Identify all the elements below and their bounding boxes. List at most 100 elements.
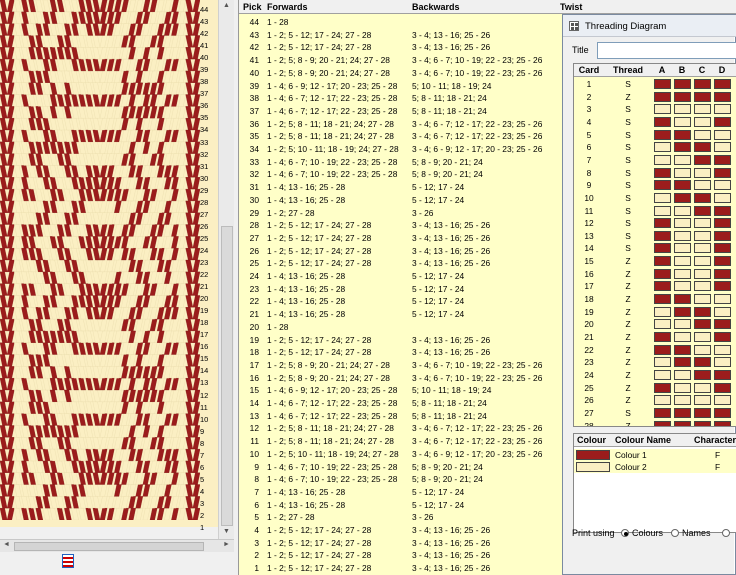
card-row[interactable]: 26 Z [574, 394, 736, 407]
hole-a-cell[interactable] [654, 243, 671, 254]
hole-a-cell[interactable] [654, 116, 671, 127]
hole-c-cell[interactable] [694, 268, 711, 279]
hole-c-cell[interactable] [694, 79, 711, 89]
hole-a-cell[interactable] [654, 230, 671, 241]
hole-d-cell[interactable] [714, 395, 731, 406]
hole-d-cell[interactable] [714, 256, 731, 267]
card-row[interactable]: 21 Z [574, 331, 736, 344]
hole-c-cell[interactable] [694, 180, 711, 191]
card-thread-direction[interactable]: Z [604, 420, 652, 426]
hole-d-cell[interactable] [714, 344, 731, 355]
hole-d-cell[interactable] [714, 142, 731, 153]
card-thread-direction[interactable]: S [604, 167, 652, 179]
hole-b-cell[interactable] [674, 230, 691, 241]
hole-b-cell[interactable] [674, 180, 691, 191]
card-thread-direction[interactable]: Z [604, 331, 652, 343]
scroll-thumb[interactable] [14, 542, 204, 551]
hole-a-cell[interactable] [654, 369, 671, 380]
hole-d-cell[interactable] [714, 180, 731, 191]
hole-d-cell[interactable] [714, 407, 731, 418]
hole-d-cell[interactable] [714, 104, 731, 115]
card-thread-direction[interactable]: Z [604, 318, 652, 330]
hole-d-cell[interactable] [714, 357, 731, 368]
hole-a-cell[interactable] [654, 79, 671, 89]
card-thread-direction[interactable]: Z [604, 356, 652, 368]
card-row[interactable]: 15 Z [574, 255, 736, 268]
card-row[interactable]: 22 Z [574, 344, 736, 357]
hole-b-cell[interactable] [674, 382, 691, 393]
hole-c-cell[interactable] [694, 205, 711, 216]
colour-swatch[interactable] [576, 450, 610, 460]
hole-b-cell[interactable] [674, 395, 691, 406]
hole-b-cell[interactable] [674, 256, 691, 267]
card-thread-direction[interactable]: S [604, 154, 652, 166]
hole-a-cell[interactable] [654, 420, 671, 426]
card-row[interactable]: 23 Z [574, 356, 736, 369]
card-thread-direction[interactable]: Z [604, 91, 652, 103]
hole-d-cell[interactable] [714, 129, 731, 140]
card-row[interactable]: 2Z [574, 91, 736, 104]
hole-d-cell[interactable] [714, 332, 731, 342]
header-pick[interactable]: Pick [243, 2, 262, 12]
hole-c-cell[interactable] [694, 294, 711, 305]
card-thread-direction[interactable]: S [604, 116, 652, 128]
print-characters-radio[interactable] [722, 529, 730, 537]
hole-c-cell[interactable] [694, 407, 711, 418]
card-thread-direction[interactable]: S [604, 242, 652, 254]
hole-d-cell[interactable] [714, 79, 731, 89]
card-row[interactable]: 20 Z [574, 318, 736, 331]
hole-a-cell[interactable] [654, 192, 671, 203]
pattern-thumbnail-icon[interactable] [62, 554, 74, 568]
hole-b-cell[interactable] [674, 79, 691, 89]
hole-d-cell[interactable] [714, 167, 731, 178]
preview-vertical-scrollbar[interactable]: ▲ ▼ [218, 0, 234, 540]
card-row[interactable]: 10 S [574, 192, 736, 205]
card-thread-direction[interactable]: S [604, 129, 652, 141]
hole-c-cell[interactable] [694, 256, 711, 267]
card-row[interactable]: 9S [574, 179, 736, 192]
hole-a-cell[interactable] [654, 180, 671, 191]
card-row[interactable]: 13 S [574, 230, 736, 243]
card-row[interactable]: 8S [574, 167, 736, 180]
card-thread-direction[interactable]: Z [604, 394, 652, 406]
hole-c-cell[interactable] [694, 395, 711, 406]
card-thread-direction[interactable]: Z [604, 255, 652, 267]
card-row[interactable]: 17 Z [574, 280, 736, 293]
colour-row[interactable]: Colour 1 F [574, 449, 736, 461]
hole-b-cell[interactable] [674, 104, 691, 115]
card-thread-direction[interactable]: Z [604, 369, 652, 381]
card-row[interactable]: 1S [574, 78, 736, 91]
hole-a-cell[interactable] [654, 407, 671, 418]
hole-d-cell[interactable] [714, 420, 731, 426]
hole-a-cell[interactable] [654, 91, 671, 102]
hole-b-cell[interactable] [674, 420, 691, 426]
header-backwards[interactable]: Backwards [412, 2, 460, 12]
card-row[interactable]: 16 Z [574, 268, 736, 281]
hole-c-cell[interactable] [694, 167, 711, 178]
hole-d-cell[interactable] [714, 294, 731, 305]
card-row[interactable]: 28 Z [574, 420, 736, 426]
hole-b-cell[interactable] [674, 205, 691, 216]
hole-b-cell[interactable] [674, 407, 691, 418]
card-thread-direction[interactable]: S [604, 179, 652, 191]
card-row[interactable]: 11 S [574, 205, 736, 218]
card-row[interactable]: 6S [574, 141, 736, 154]
hole-c-cell[interactable] [694, 332, 711, 342]
hole-a-cell[interactable] [654, 104, 671, 115]
scroll-left-arrow-icon[interactable]: ◄ [3, 541, 10, 548]
card-row[interactable]: 19 Z [574, 306, 736, 319]
scroll-thumb[interactable] [221, 226, 233, 526]
card-thread-direction[interactable]: S [604, 217, 652, 229]
hole-d-cell[interactable] [714, 319, 731, 330]
hole-b-cell[interactable] [674, 357, 691, 368]
hole-a-cell[interactable] [654, 205, 671, 216]
hole-a-cell[interactable] [654, 154, 671, 165]
hole-a-cell[interactable] [654, 281, 671, 292]
title-input[interactable] [597, 42, 736, 59]
hole-a-cell[interactable] [654, 167, 671, 178]
hole-c-cell[interactable] [694, 142, 711, 153]
hole-c-cell[interactable] [694, 382, 711, 393]
hole-c-cell[interactable] [694, 129, 711, 140]
hole-c-cell[interactable] [694, 344, 711, 355]
hole-c-cell[interactable] [694, 420, 711, 426]
